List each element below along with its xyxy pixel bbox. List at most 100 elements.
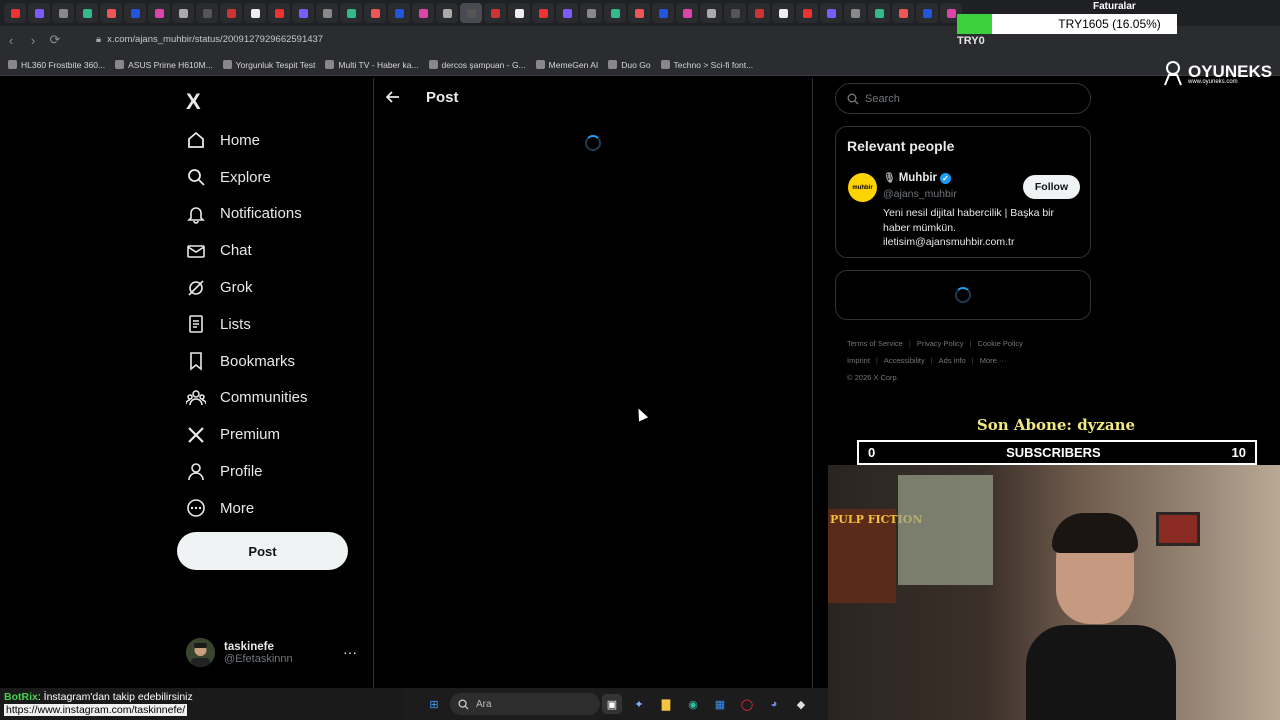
browser-tab[interactable] [412,3,434,23]
person-name[interactable]: 🎙︎ Muhbir ✓ [883,172,952,184]
tab-favicon-icon [58,8,68,18]
browser-tab[interactable] [556,3,578,23]
browser-tab[interactable] [316,3,338,23]
sidebar-item-chat[interactable]: Chat [186,232,366,269]
browser-tab[interactable] [340,3,362,23]
browser-tab[interactable] [460,3,482,23]
footer-link[interactable]: Accessibility [884,356,925,365]
browser-tab[interactable] [100,3,122,23]
browser-tab[interactable] [52,3,74,23]
browser-tab[interactable] [772,3,794,23]
bookmark-favicon-icon [115,60,125,69]
url-field[interactable]: 🔒︎ x.com/ajans_muhbir/status/200912792966… [96,34,323,45]
taskbar-search-input[interactable]: Ara [450,693,600,715]
discord-icon[interactable]: ◕ [764,694,784,714]
browser-tab[interactable] [244,3,266,23]
store-icon[interactable]: ▦ [710,694,730,714]
footer-link[interactable]: Ads info [939,356,966,365]
browser-tab[interactable] [196,3,218,23]
sidebar-nav: Home Explore Notifications Chat Grok Lists Boo… [186,122,366,527]
browser-tab[interactable] [604,3,626,23]
browser-tab[interactable] [292,3,314,23]
reload-icon[interactable]: ⟳ [44,29,66,51]
browser-tab[interactable] [220,3,242,23]
browser-tab[interactable] [916,3,938,23]
browser-tab[interactable] [868,3,890,23]
browser-tab[interactable] [436,3,458,23]
x-logo[interactable]: X [186,89,201,115]
footer-link[interactable]: Imprint [847,356,870,365]
forward-nav-icon[interactable]: › [22,29,44,51]
tab-favicon-icon [346,8,356,18]
bookmarks-bar: HL360 Frostbite 360... ASUS Prime H610M..… [0,54,1280,76]
sidebar-item-explore[interactable]: Explore [186,159,366,196]
browser-tab[interactable] [508,3,530,23]
browser-tab[interactable] [820,3,842,23]
browser-tab[interactable] [748,3,770,23]
browser-tab[interactable] [268,3,290,23]
sidebar-item-communities[interactable]: Communities [186,380,366,417]
app-icon[interactable]: ◆ [791,694,811,714]
bookmark-item[interactable]: dercos şampuan - G... [428,60,526,70]
task-view-icon[interactable]: ▣ [602,694,622,714]
sidebar-item-home[interactable]: Home [186,122,366,159]
copilot-icon[interactable]: ✦ [629,694,649,714]
back-arrow-icon[interactable] [385,90,400,107]
sidebar-item-notifications[interactable]: Notifications [186,196,366,233]
edge-icon[interactable]: ◉ [683,694,703,714]
browser-tab[interactable] [796,3,818,23]
bookmark-item[interactable]: Yorgunluk Tespit Test [222,60,315,70]
browser-tab[interactable] [892,3,914,23]
sidebar-item-profile[interactable]: Profile [186,453,366,490]
windows-start-icon[interactable]: ⊞ [424,694,444,714]
browser-tab[interactable] [676,3,698,23]
search-placeholder: Search [865,92,900,105]
browser-tab[interactable] [388,3,410,23]
browser-tab[interactable] [172,3,194,23]
footer-link[interactable]: Cookie Policy [977,339,1022,348]
browser-tab[interactable] [364,3,386,23]
bookmark-favicon-icon [8,60,17,69]
sub-goal-end: 10 [1231,445,1246,460]
sidebar-item-bookmarks[interactable]: Bookmarks [186,343,366,380]
sidebar-item-premium[interactable]: Premium [186,416,366,453]
account-switcher[interactable]: taskinefe @Efetaskinnn ··· [186,638,361,667]
botrix-link[interactable]: https://www.instagram.com/taskinnefe/ [4,704,188,716]
footer-link[interactable]: Terms of Service [847,339,903,348]
footer-link[interactable]: More ··· [980,356,1007,365]
bookmark-item[interactable]: Multi TV - Haber ka... [325,60,419,70]
browser-tab[interactable] [76,3,98,23]
browser-tab[interactable] [484,3,506,23]
browser-tab[interactable] [148,3,170,23]
browser-tab[interactable] [4,3,26,23]
browser-tab[interactable] [580,3,602,23]
browser-tab[interactable] [532,3,554,23]
avatar[interactable]: muhbir [848,173,877,202]
more-dots-icon[interactable]: ··· [343,644,357,660]
file-explorer-icon[interactable]: ▇ [656,694,676,714]
search-input[interactable]: Search [835,83,1091,114]
follow-button[interactable]: Follow [1023,175,1080,199]
browser-tab[interactable] [124,3,146,23]
bookmark-item[interactable]: Duo Go [608,59,651,70]
sidebar-item-lists[interactable]: Lists [186,306,366,343]
browser-tab[interactable] [628,3,650,23]
sidebar-item-more[interactable]: More [186,490,366,527]
browser-tab[interactable] [844,3,866,23]
back-nav-icon[interactable]: ‹ [0,29,22,51]
browser-tab[interactable] [724,3,746,23]
bookmark-item[interactable]: HL360 Frostbite 360... [8,60,105,70]
bookmark-item[interactable]: ASUS Prime H610M... [115,60,213,70]
opera-icon[interactable]: ◯ [737,694,757,714]
bookmark-item[interactable]: Techno > Sci-fi font... [660,60,753,70]
bookmark-favicon-icon [535,60,545,69]
post-button[interactable]: Post [177,532,348,570]
tab-favicon-icon [394,8,404,18]
footer-link[interactable]: Privacy Policy [917,339,964,348]
browser-tab[interactable] [652,3,674,23]
sidebar-item-grok[interactable]: Grok [186,269,366,306]
browser-tab[interactable] [28,3,50,23]
browser-tab[interactable] [700,3,722,23]
bookmark-label: Duo Go [621,59,651,70]
bookmark-item[interactable]: MemeGen AI [535,60,598,70]
